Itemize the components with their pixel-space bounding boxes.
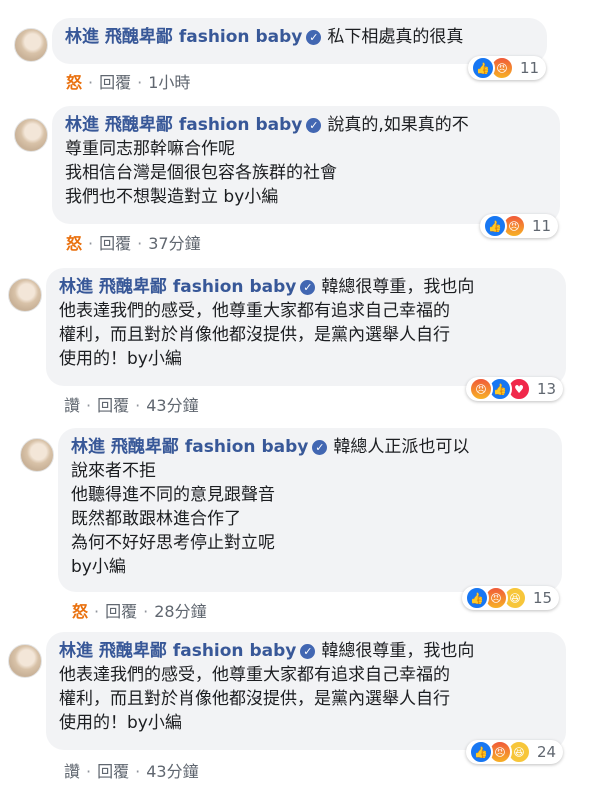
reaction-summary[interactable]: 👍 😠 😆 24 — [466, 740, 564, 764]
comment-text-line: 為何不好好思考停止對立呢 — [71, 533, 275, 553]
verified-icon: ✓ — [306, 30, 322, 45]
reaction-count: 15 — [533, 589, 553, 607]
author-name[interactable]: 林進 飛醜卑鄙 fashion baby — [59, 641, 296, 661]
reply-link[interactable]: 回覆 — [97, 396, 129, 415]
reaction-summary[interactable]: 😠 👍 ♥ 13 — [466, 377, 564, 401]
comment-text-line: 既然都敢跟林進合作了 — [71, 509, 241, 529]
comment-bubble: 林進 飛醜卑鄙 fashion baby ✓ 韓總很尊重，我也向 他表達我們的感受，… — [46, 268, 566, 386]
timestamp[interactable]: 28分鐘 — [154, 602, 206, 621]
avatar[interactable] — [14, 28, 48, 62]
reaction-count: 13 — [537, 380, 557, 398]
verified-icon: ✓ — [312, 440, 328, 455]
comment-actions: 讚 · 回覆 · 43分鐘 — [64, 396, 199, 415]
reply-link[interactable]: 回覆 — [105, 602, 137, 621]
timestamp[interactable]: 43分鐘 — [146, 762, 198, 781]
comment-text-line: 韓總很尊重，我也向 — [321, 641, 475, 661]
reaction-button[interactable]: 怒 — [72, 602, 88, 621]
timestamp[interactable]: 43分鐘 — [146, 396, 198, 415]
like-icon: 👍 — [483, 214, 507, 238]
reply-link[interactable]: 回覆 — [97, 762, 129, 781]
comment-actions: 讚 · 回覆 · 43分鐘 — [64, 762, 199, 781]
comment-actions: 怒 · 回覆 · 28分鐘 — [72, 602, 207, 621]
avatar[interactable] — [20, 438, 54, 472]
avatar[interactable] — [8, 278, 42, 312]
author-name[interactable]: 林進 飛醜卑鄙 fashion baby — [59, 277, 296, 297]
comment-actions: 怒 · 回覆 · 1小時 — [66, 73, 191, 92]
comment-text-line: 我們也不想製造對立 by小編 — [65, 187, 279, 207]
comment-text-line: 權利，而且對於肖像他都沒提供，是黨內選舉人自行 — [59, 325, 450, 345]
comment-text-line: 尊重同志那幹嘛合作呢 — [65, 139, 235, 159]
like-button[interactable]: 讚 — [64, 762, 80, 781]
comment-text-line: 權利，而且對於肖像他都沒提供，是黨內選舉人自行 — [59, 689, 450, 709]
comment-text-line: by小編 — [71, 557, 126, 577]
verified-icon: ✓ — [300, 280, 316, 295]
comment-text-line: 我相信台灣是個很包容各族群的社會 — [65, 163, 337, 183]
comment-text-line: 說來者不拒 — [71, 461, 156, 481]
comment-bubble: 林進 飛醜卑鄙 fashion baby ✓ 韓總很尊重，我也向 他表達我們的感受，… — [46, 632, 566, 750]
comment-text-line: 他聽得進不同的意見跟聲音 — [71, 485, 275, 505]
reply-link[interactable]: 回覆 — [99, 234, 131, 253]
verified-icon: ✓ — [300, 644, 316, 659]
like-icon: 👍 — [471, 56, 495, 80]
author-name[interactable]: 林進 飛醜卑鄙 fashion baby — [65, 115, 302, 135]
author-name[interactable]: 林進 飛醜卑鄙 fashion baby — [65, 27, 302, 47]
comment-text-line: 使用的！by小編 — [59, 713, 182, 733]
timestamp[interactable]: 1小時 — [148, 73, 190, 92]
timestamp[interactable]: 37分鐘 — [148, 234, 200, 253]
angry-icon: 😠 — [469, 377, 493, 401]
reaction-button[interactable]: 怒 — [66, 73, 82, 92]
author-name[interactable]: 林進 飛醜卑鄙 fashion baby — [71, 437, 308, 457]
reaction-count: 11 — [520, 59, 540, 77]
comment-text-line: 韓總很尊重，我也向 — [321, 277, 475, 297]
reply-link[interactable]: 回覆 — [99, 73, 131, 92]
reaction-count: 24 — [537, 743, 557, 761]
comment-bubble: 林進 飛醜卑鄙 fashion baby ✓ 韓總人正派也可以 說來者不拒 他聽得進… — [58, 428, 562, 592]
like-button[interactable]: 讚 — [64, 396, 80, 415]
comment-text-line: 他表達我們的感受，他尊重大家都有追求自己幸福的 — [59, 301, 450, 321]
reaction-summary[interactable]: 👍 😠 11 — [480, 214, 559, 238]
comment-text-line: 使用的！by小編 — [59, 349, 182, 369]
comment-text-line: 說真的,如果真的不 — [327, 115, 469, 135]
comment-text-line: 他表達我們的感受，他尊重大家都有追求自己幸福的 — [59, 665, 450, 685]
comment-actions: 怒 · 回覆 · 37分鐘 — [66, 234, 201, 253]
like-icon: 👍 — [465, 586, 489, 610]
reaction-button[interactable]: 怒 — [66, 234, 82, 253]
reaction-count: 11 — [532, 217, 552, 235]
verified-icon: ✓ — [306, 118, 322, 133]
comment-text-line: 韓總人正派也可以 — [333, 437, 470, 457]
reaction-summary[interactable]: 👍 😠 11 — [468, 56, 547, 80]
reaction-summary[interactable]: 👍 😠 😆 15 — [462, 586, 560, 610]
avatar[interactable] — [14, 118, 48, 152]
avatar[interactable] — [8, 644, 42, 678]
comment-text-line: 私下相處真的很真 — [327, 27, 464, 47]
comment-bubble: 林進 飛醜卑鄙 fashion baby ✓ 說真的,如果真的不 尊重同志那幹嘛合作… — [52, 106, 560, 224]
like-icon: 👍 — [469, 740, 493, 764]
